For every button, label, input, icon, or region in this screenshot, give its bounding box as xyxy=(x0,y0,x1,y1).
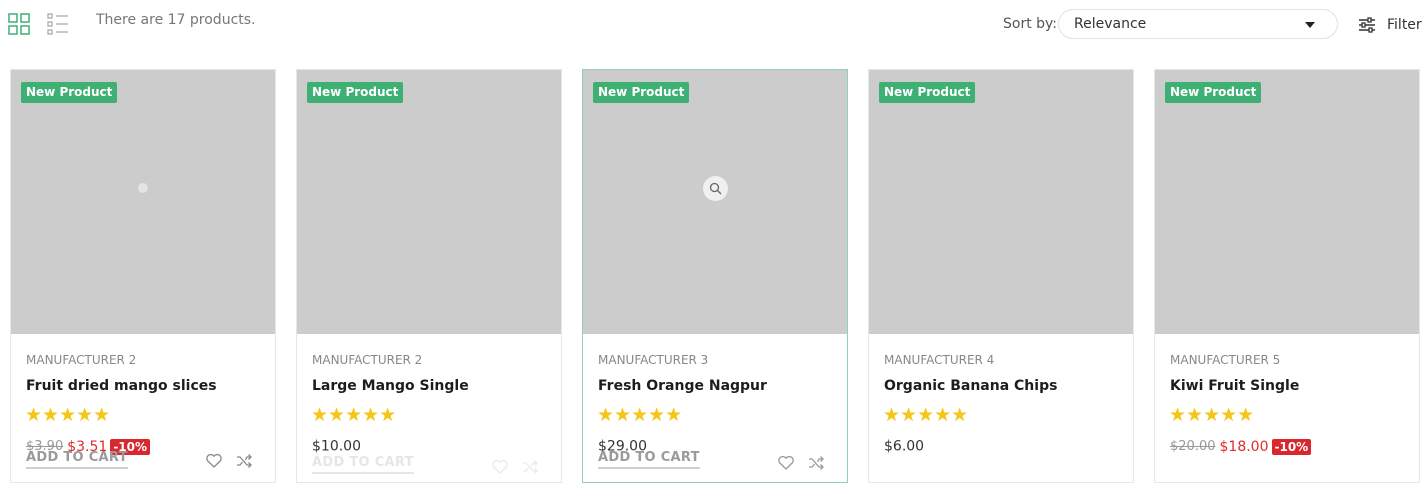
compare-shuffle-icon[interactable] xyxy=(521,458,539,476)
product-card[interactable]: New Product MANUFACTURER 3 Fresh Orange … xyxy=(582,69,848,483)
product-card[interactable]: New Product MANUFACTURER 5 Kiwi Fruit Si… xyxy=(1154,69,1420,483)
sort-selected-value: Relevance xyxy=(1074,16,1147,32)
product-price: $10.00 xyxy=(312,438,361,455)
product-card[interactable]: New Product MANUFACTURER 2 Large Mango S… xyxy=(296,69,562,483)
new-product-badge: New Product xyxy=(879,82,976,103)
quick-view-button[interactable] xyxy=(703,176,728,201)
star-rating: ★★★★★ xyxy=(597,404,683,426)
new-product-badge: New Product xyxy=(307,82,404,103)
product-manufacturer[interactable]: MANUFACTURER 5 xyxy=(1170,353,1280,367)
product-card[interactable]: New Product MANUFACTURER 2 Fruit dried m… xyxy=(10,69,276,483)
grid-view-icon[interactable] xyxy=(8,13,30,35)
add-to-cart-button[interactable]: ADD TO CART xyxy=(598,450,700,469)
star-rating: ★★★★★ xyxy=(25,404,111,426)
sale-price: $18.00 xyxy=(1219,438,1269,455)
product-image[interactable]: New Product xyxy=(869,70,1133,334)
regular-price: $20.00 xyxy=(1170,439,1216,454)
product-image[interactable]: New Product xyxy=(297,70,561,334)
caret-down-icon xyxy=(1305,22,1315,28)
compare-shuffle-icon[interactable] xyxy=(235,452,253,470)
product-image[interactable]: New Product xyxy=(1155,70,1419,334)
product-name[interactable]: Large Mango Single xyxy=(312,378,469,394)
new-product-badge: New Product xyxy=(21,82,118,103)
search-icon xyxy=(709,182,722,195)
new-product-badge: New Product xyxy=(593,82,690,103)
discount-badge: -10% xyxy=(1271,438,1312,455)
product-list-toolbar: There are 17 products. Sort by: Relevanc… xyxy=(0,0,1427,48)
product-price-block: $10.00 xyxy=(312,436,361,456)
product-name[interactable]: Organic Banana Chips xyxy=(884,378,1057,394)
filter-sliders-icon xyxy=(1359,17,1375,33)
product-price-block: $6.00 xyxy=(884,436,924,456)
product-manufacturer[interactable]: MANUFACTURER 4 xyxy=(884,353,994,367)
wishlist-heart-icon[interactable] xyxy=(205,452,223,470)
product-name[interactable]: Fresh Orange Nagpur xyxy=(598,378,767,394)
compare-shuffle-icon[interactable] xyxy=(807,454,825,472)
filter-label: Filter xyxy=(1387,17,1422,33)
new-product-badge: New Product xyxy=(1165,82,1262,103)
star-rating: ★★★★★ xyxy=(1169,404,1255,426)
product-count: There are 17 products. xyxy=(96,12,256,28)
wishlist-heart-icon[interactable] xyxy=(491,458,509,476)
product-name[interactable]: Kiwi Fruit Single xyxy=(1170,378,1299,394)
quick-view-icon[interactable] xyxy=(138,183,148,193)
product-image[interactable]: New Product xyxy=(583,70,847,334)
list-view-icon[interactable] xyxy=(47,13,69,35)
product-price-block: $20.00 $18.00 -10% xyxy=(1170,436,1312,456)
product-card[interactable]: New Product MANUFACTURER 4 Organic Banan… xyxy=(868,69,1134,483)
star-rating: ★★★★★ xyxy=(883,404,969,426)
add-to-cart-button[interactable]: ADD TO CART xyxy=(26,450,128,469)
product-manufacturer[interactable]: MANUFACTURER 2 xyxy=(312,353,422,367)
wishlist-heart-icon[interactable] xyxy=(777,454,795,472)
sort-label: Sort by: xyxy=(1003,16,1058,32)
product-price: $6.00 xyxy=(884,438,925,455)
product-manufacturer[interactable]: MANUFACTURER 3 xyxy=(598,353,708,367)
product-image[interactable]: New Product xyxy=(11,70,275,334)
sort-select[interactable]: Relevance xyxy=(1058,9,1338,39)
product-name[interactable]: Fruit dried mango slices xyxy=(26,378,217,394)
star-rating: ★★★★★ xyxy=(311,404,397,426)
product-manufacturer[interactable]: MANUFACTURER 2 xyxy=(26,353,136,367)
add-to-cart-button[interactable]: ADD TO CART xyxy=(312,455,414,474)
